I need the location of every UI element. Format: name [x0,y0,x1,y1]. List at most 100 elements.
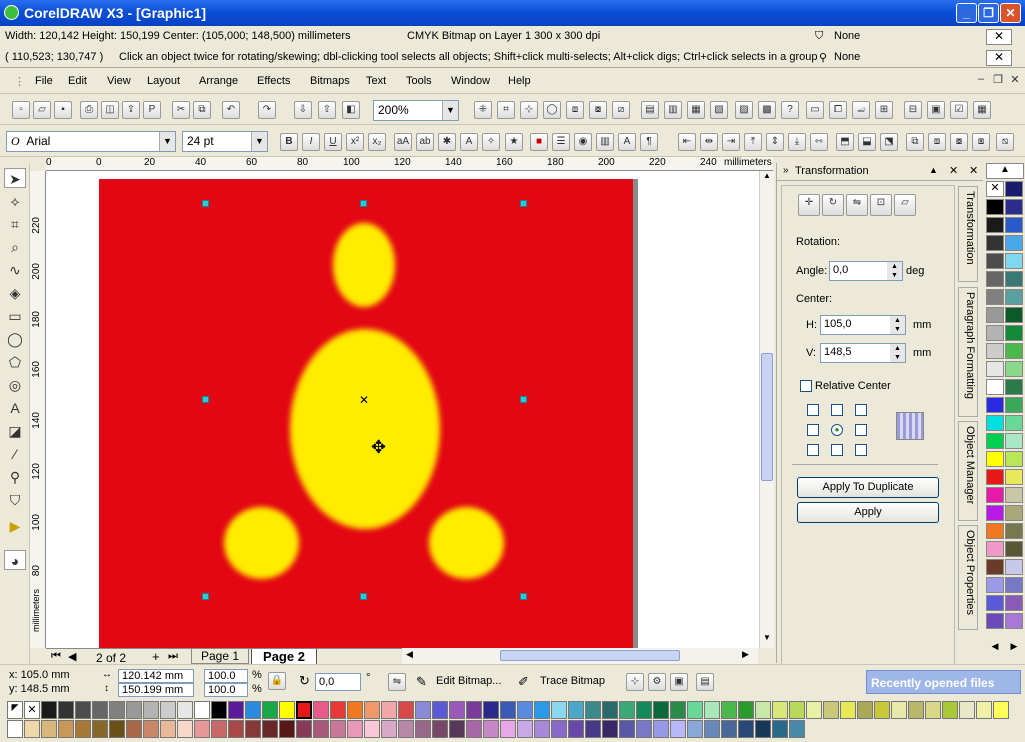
outline-none-swatch[interactable]: ✕ [986,50,1012,66]
swatch[interactable] [1005,541,1023,557]
rotation-field[interactable]: 0,0 [315,673,361,691]
swatch[interactable] [986,325,1004,341]
swatch[interactable] [313,701,329,719]
selection-handle[interactable] [360,200,367,207]
swatch[interactable] [670,720,686,738]
paragraph-icon[interactable]: ¶ [640,133,658,151]
relative-center-checkbox[interactable] [800,380,812,392]
swatch[interactable] [483,720,499,738]
zoom-combo[interactable]: 200% ▼ [373,100,459,121]
align-bottom-icon[interactable]: ⤓ [788,133,806,151]
swatch[interactable] [347,720,363,738]
swatch[interactable] [398,701,414,719]
color-picker-icon[interactable]: ◕ [4,550,26,570]
swatch[interactable] [517,720,533,738]
menu-effects[interactable]: Effects [257,75,290,87]
selection-handle[interactable] [520,200,527,207]
text-color-icon[interactable]: ■ [530,133,548,151]
menu-view[interactable]: View [107,75,131,87]
swatch[interactable] [1005,415,1023,431]
align-middle-icon[interactable]: ⇕ [766,133,784,151]
swatch[interactable] [415,701,431,719]
menu-file[interactable]: File [35,75,53,87]
export-icon[interactable]: ⇧ [318,101,336,119]
swatch[interactable] [1005,505,1023,521]
polygon-tool-icon[interactable]: ⬠ [4,352,26,372]
doc-minimize-icon[interactable]: – [973,73,989,89]
anchor-top-left[interactable] [807,404,819,416]
no-color-swatch[interactable]: ✕ [24,701,40,719]
drawing-canvas[interactable]: ✕ ✥ [46,171,760,648]
swatch[interactable] [1005,469,1023,485]
swatch[interactable] [925,701,941,719]
swatch[interactable] [1005,181,1023,197]
full-screen-icon[interactable]: ▭ [806,101,824,119]
combine-icon[interactable]: ⧇ [950,133,968,151]
swatch[interactable] [58,720,74,738]
ellipse-tool-icon[interactable]: ◯ [4,329,26,349]
redo-icon[interactable]: ↷ [258,101,276,119]
swatch[interactable] [228,701,244,719]
add-page-icon[interactable]: + [152,649,160,664]
swatch[interactable] [585,701,601,719]
swatch[interactable] [245,720,261,738]
center-h-input[interactable]: 105,0 ▲ ▼ [820,315,906,335]
swatch[interactable] [398,720,414,738]
swatch[interactable] [721,701,737,719]
swatch[interactable] [636,720,652,738]
swatch[interactable] [466,720,482,738]
swatch[interactable] [1005,289,1023,305]
align-top-icon[interactable]: ⤒ [744,133,762,151]
publish-icon[interactable]: ⇪ [122,101,140,119]
object-properties-icon[interactable]: ⧡ [852,101,870,119]
swatch[interactable] [75,720,91,738]
swatch[interactable] [568,720,584,738]
swatch[interactable] [891,701,907,719]
align-right-icon[interactable]: ⇥ [722,133,740,151]
swatch[interactable] [1005,379,1023,395]
weld-icon[interactable]: ⧈ [566,101,584,119]
swatch[interactable] [551,720,567,738]
drop-cap-icon[interactable]: ◉ [574,133,592,151]
swatch[interactable] [1005,361,1023,377]
tab-page-1[interactable]: Page 1 [191,649,249,664]
swatch[interactable] [704,720,720,738]
swatch[interactable] [636,701,652,719]
menu-arrange[interactable]: Arrange [199,75,238,87]
swatch[interactable] [1005,433,1023,449]
swatch[interactable] [92,701,108,719]
position-icon[interactable]: ✛ [798,194,820,216]
options-icon[interactable]: ⊟ [904,101,922,119]
swatch[interactable] [1005,451,1023,467]
swatch[interactable] [976,701,992,719]
bitmap-mask-icon[interactable]: ▣ [670,673,688,691]
x-position[interactable]: x: 105.0 mm [6,669,96,683]
swatch[interactable] [986,505,1004,521]
superscript-icon[interactable]: x² [346,133,364,151]
swatch[interactable] [160,701,176,719]
swatch[interactable] [687,701,703,719]
small-caps-icon[interactable]: ab [416,133,434,151]
swatch[interactable] [1005,487,1023,503]
swatch[interactable] [1005,199,1023,215]
swatch[interactable] [986,451,1004,467]
anchor-middle-left[interactable] [807,424,819,436]
swatch[interactable] [986,469,1004,485]
anchor-bottom-center[interactable] [831,444,843,456]
bitmap-color-mask-icon[interactable]: ▦ [973,101,991,119]
wrap-text-icon[interactable]: ▤ [696,673,714,691]
swatch[interactable] [228,720,244,738]
print-icon[interactable]: ⎙ [80,101,98,119]
symbol-manager-icon[interactable]: ⊞ [875,101,893,119]
swatch[interactable] [126,720,142,738]
tab-paragraph-formatting[interactable]: Paragraph Formatting [958,287,978,417]
underline-icon[interactable]: U [324,133,342,151]
swatch[interactable] [986,217,1004,233]
bold-icon[interactable]: B [280,133,298,151]
grid-icon[interactable]: ▩ [758,101,776,119]
menu-window[interactable]: Window [451,75,490,87]
swatch[interactable] [262,701,278,719]
swatch[interactable] [534,701,550,719]
swatch[interactable] [986,289,1004,305]
swatch[interactable] [279,701,295,719]
